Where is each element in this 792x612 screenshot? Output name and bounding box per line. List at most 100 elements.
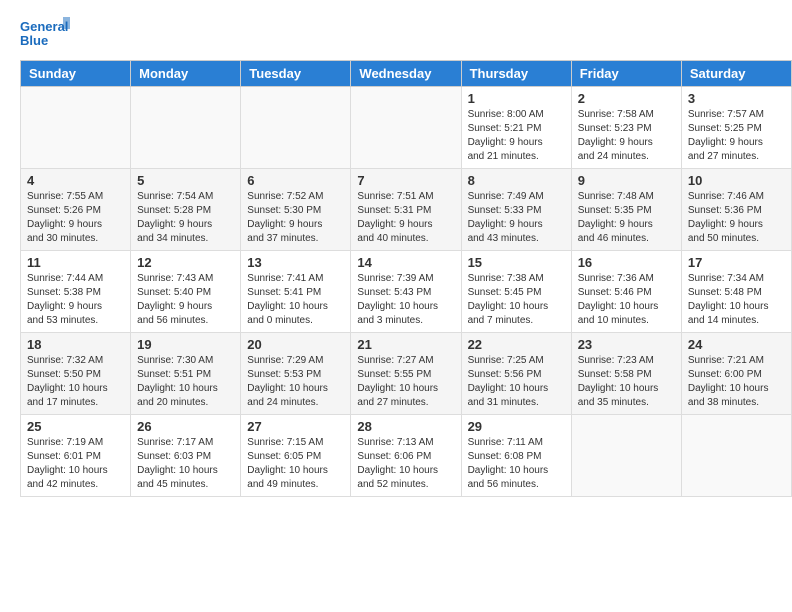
logo-svg: General Blue: [20, 15, 70, 55]
day-info: Sunrise: 7:51 AM Sunset: 5:31 PM Dayligh…: [357, 190, 454, 246]
calendar-day-cell: 11Sunrise: 7:44 AM Sunset: 5:38 PM Dayli…: [21, 251, 131, 333]
logo: General Blue: [20, 15, 70, 55]
day-number: 7: [357, 173, 454, 188]
day-info: Sunrise: 7:19 AM Sunset: 6:01 PM Dayligh…: [27, 436, 124, 492]
calendar-day-cell: 5 Sunrise: 7:54 AM Sunset: 5:28 PM Daylig…: [131, 169, 241, 251]
day-number: 21: [357, 337, 454, 352]
day-info: Sunrise: 7:11 AM Sunset: 6:08 PM Dayligh…: [468, 436, 565, 492]
day-info: Sunrise: 8:00 AM Sunset: 5:21 PM Dayligh…: [468, 108, 565, 164]
svg-text:Blue: Blue: [20, 33, 48, 48]
day-info: Sunrise: 7:21 AM Sunset: 6:00 PM Dayligh…: [688, 354, 785, 410]
day-number: 20: [247, 337, 344, 352]
day-number: 1: [468, 91, 565, 106]
day-number: 3: [688, 91, 785, 106]
calendar-week-row: 1 Sunrise: 8:00 AM Sunset: 5:21 PM Daylig…: [21, 87, 792, 169]
calendar-day-cell: [131, 87, 241, 169]
day-info: Sunrise: 7:15 AM Sunset: 6:05 PM Dayligh…: [247, 436, 344, 492]
day-info: Sunrise: 7:54 AM Sunset: 5:28 PM Dayligh…: [137, 190, 234, 246]
day-info: Sunrise: 7:48 AM Sunset: 5:35 PM Dayligh…: [578, 190, 675, 246]
day-info: Sunrise: 7:36 AM Sunset: 5:46 PM Dayligh…: [578, 272, 675, 328]
calendar-header: SundayMondayTuesdayWednesdayThursdayFrid…: [21, 61, 792, 87]
calendar-day-cell: 29 Sunrise: 7:11 AM Sunset: 6:08 PM Dayli…: [461, 415, 571, 497]
day-number: 15: [468, 255, 565, 270]
day-of-week-header: Friday: [571, 61, 681, 87]
day-info: Sunrise: 7:30 AM Sunset: 5:51 PM Dayligh…: [137, 354, 234, 410]
calendar-day-cell: 28 Sunrise: 7:13 AM Sunset: 6:06 PM Dayli…: [351, 415, 461, 497]
calendar-body: 1 Sunrise: 8:00 AM Sunset: 5:21 PM Daylig…: [21, 87, 792, 497]
day-number: 22: [468, 337, 565, 352]
day-number: 17: [688, 255, 785, 270]
day-info: Sunrise: 7:44 AM Sunset: 5:38 PM Dayligh…: [27, 272, 124, 328]
day-number: 28: [357, 419, 454, 434]
calendar-day-cell: 3 Sunrise: 7:57 AM Sunset: 5:25 PM Daylig…: [681, 87, 791, 169]
day-number: 29: [468, 419, 565, 434]
page-header: General Blue: [0, 0, 792, 60]
calendar-table: SundayMondayTuesdayWednesdayThursdayFrid…: [20, 60, 792, 497]
calendar-day-cell: 2 Sunrise: 7:58 AM Sunset: 5:23 PM Daylig…: [571, 87, 681, 169]
calendar-day-cell: 20 Sunrise: 7:29 AM Sunset: 5:53 PM Dayli…: [241, 333, 351, 415]
day-of-week-header: Tuesday: [241, 61, 351, 87]
calendar-day-cell: 7 Sunrise: 7:51 AM Sunset: 5:31 PM Daylig…: [351, 169, 461, 251]
calendar-day-cell: 4 Sunrise: 7:55 AM Sunset: 5:26 PM Daylig…: [21, 169, 131, 251]
day-of-week-header: Monday: [131, 61, 241, 87]
day-info: Sunrise: 7:34 AM Sunset: 5:48 PM Dayligh…: [688, 272, 785, 328]
day-number: 10: [688, 173, 785, 188]
day-number: 6: [247, 173, 344, 188]
calendar-day-cell: 12Sunrise: 7:43 AM Sunset: 5:40 PM Dayli…: [131, 251, 241, 333]
day-number: 19: [137, 337, 234, 352]
calendar-week-row: 18Sunrise: 7:32 AM Sunset: 5:50 PM Dayli…: [21, 333, 792, 415]
day-info: Sunrise: 7:52 AM Sunset: 5:30 PM Dayligh…: [247, 190, 344, 246]
day-number: 23: [578, 337, 675, 352]
day-of-week-header: Thursday: [461, 61, 571, 87]
day-number: 4: [27, 173, 124, 188]
calendar-week-row: 25 Sunrise: 7:19 AM Sunset: 6:01 PM Dayli…: [21, 415, 792, 497]
day-info: Sunrise: 7:38 AM Sunset: 5:45 PM Dayligh…: [468, 272, 565, 328]
calendar-day-cell: 6 Sunrise: 7:52 AM Sunset: 5:30 PM Daylig…: [241, 169, 351, 251]
day-info: Sunrise: 7:46 AM Sunset: 5:36 PM Dayligh…: [688, 190, 785, 246]
day-number: 2: [578, 91, 675, 106]
calendar-wrapper: SundayMondayTuesdayWednesdayThursdayFrid…: [0, 60, 792, 507]
calendar-day-cell: 23Sunrise: 7:23 AM Sunset: 5:58 PM Dayli…: [571, 333, 681, 415]
day-info: Sunrise: 7:29 AM Sunset: 5:53 PM Dayligh…: [247, 354, 344, 410]
calendar-day-cell: 27 Sunrise: 7:15 AM Sunset: 6:05 PM Dayli…: [241, 415, 351, 497]
day-number: 24: [688, 337, 785, 352]
calendar-day-cell: 22 Sunrise: 7:25 AM Sunset: 5:56 PM Dayli…: [461, 333, 571, 415]
day-info: Sunrise: 7:25 AM Sunset: 5:56 PM Dayligh…: [468, 354, 565, 410]
day-info: Sunrise: 7:43 AM Sunset: 5:40 PM Dayligh…: [137, 272, 234, 328]
day-info: Sunrise: 7:57 AM Sunset: 5:25 PM Dayligh…: [688, 108, 785, 164]
calendar-day-cell: 10 Sunrise: 7:46 AM Sunset: 5:36 PM Dayli…: [681, 169, 791, 251]
calendar-day-cell: 17 Sunrise: 7:34 AM Sunset: 5:48 PM Dayli…: [681, 251, 791, 333]
day-info: Sunrise: 7:55 AM Sunset: 5:26 PM Dayligh…: [27, 190, 124, 246]
day-of-week-header: Saturday: [681, 61, 791, 87]
day-info: Sunrise: 7:39 AM Sunset: 5:43 PM Dayligh…: [357, 272, 454, 328]
calendar-day-cell: 19 Sunrise: 7:30 AM Sunset: 5:51 PM Dayli…: [131, 333, 241, 415]
calendar-day-cell: 24 Sunrise: 7:21 AM Sunset: 6:00 PM Dayli…: [681, 333, 791, 415]
calendar-day-cell: [351, 87, 461, 169]
day-info: Sunrise: 7:58 AM Sunset: 5:23 PM Dayligh…: [578, 108, 675, 164]
calendar-day-cell: 1 Sunrise: 8:00 AM Sunset: 5:21 PM Daylig…: [461, 87, 571, 169]
calendar-day-cell: 16 Sunrise: 7:36 AM Sunset: 5:46 PM Dayli…: [571, 251, 681, 333]
calendar-day-cell: [241, 87, 351, 169]
day-info: Sunrise: 7:27 AM Sunset: 5:55 PM Dayligh…: [357, 354, 454, 410]
calendar-week-row: 11Sunrise: 7:44 AM Sunset: 5:38 PM Dayli…: [21, 251, 792, 333]
day-number: 16: [578, 255, 675, 270]
calendar-day-cell: [681, 415, 791, 497]
day-number: 25: [27, 419, 124, 434]
day-info: Sunrise: 7:41 AM Sunset: 5:41 PM Dayligh…: [247, 272, 344, 328]
calendar-day-cell: 26Sunrise: 7:17 AM Sunset: 6:03 PM Dayli…: [131, 415, 241, 497]
calendar-day-cell: 21 Sunrise: 7:27 AM Sunset: 5:55 PM Dayli…: [351, 333, 461, 415]
day-number: 27: [247, 419, 344, 434]
day-number: 18: [27, 337, 124, 352]
calendar-day-cell: 13Sunrise: 7:41 AM Sunset: 5:41 PM Dayli…: [241, 251, 351, 333]
calendar-day-cell: 15 Sunrise: 7:38 AM Sunset: 5:45 PM Dayli…: [461, 251, 571, 333]
day-info: Sunrise: 7:13 AM Sunset: 6:06 PM Dayligh…: [357, 436, 454, 492]
day-number: 9: [578, 173, 675, 188]
day-of-week-header: Sunday: [21, 61, 131, 87]
calendar-day-cell: [21, 87, 131, 169]
day-number: 14: [357, 255, 454, 270]
day-number: 8: [468, 173, 565, 188]
day-number: 5: [137, 173, 234, 188]
svg-text:General: General: [20, 19, 68, 34]
calendar-day-cell: [571, 415, 681, 497]
days-of-week-row: SundayMondayTuesdayWednesdayThursdayFrid…: [21, 61, 792, 87]
